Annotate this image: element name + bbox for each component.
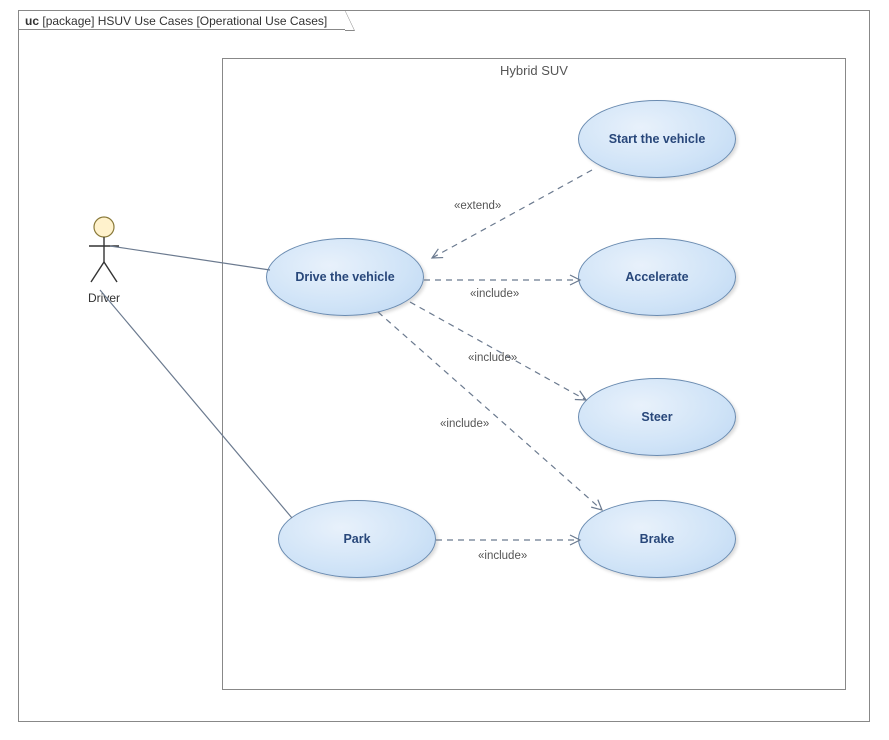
subject-title: Hybrid SUV bbox=[223, 63, 845, 78]
actor-driver[interactable]: Driver bbox=[74, 216, 134, 305]
usecase-label: Steer bbox=[641, 410, 672, 424]
usecase-label: Start the vehicle bbox=[609, 132, 706, 146]
label-include-drive-steer: «include» bbox=[468, 352, 517, 364]
diagram-qualifier: [Operational Use Cases] bbox=[196, 14, 327, 28]
usecase-label: Drive the vehicle bbox=[295, 270, 394, 284]
usecase-accelerate[interactable]: Accelerate bbox=[578, 238, 736, 316]
usecase-label: Brake bbox=[640, 532, 675, 546]
usecase-label: Park bbox=[343, 532, 370, 546]
usecase-steer[interactable]: Steer bbox=[578, 378, 736, 456]
actor-label: Driver bbox=[74, 291, 134, 305]
usecase-label: Accelerate bbox=[625, 270, 688, 284]
label-include-park-brake: «include» bbox=[478, 550, 527, 562]
actor-icon bbox=[86, 216, 122, 286]
label-extend-start-drive: «extend» bbox=[454, 200, 501, 212]
diagram-prefix: uc bbox=[25, 14, 39, 28]
diagram-frame-tab: uc [package] HSUV Use Cases [Operational… bbox=[18, 10, 345, 30]
subject-boundary: Hybrid SUV bbox=[222, 58, 846, 690]
usecase-drive-the-vehicle[interactable]: Drive the vehicle bbox=[266, 238, 424, 316]
label-include-drive-brake: «include» bbox=[440, 418, 489, 430]
usecase-park[interactable]: Park bbox=[278, 500, 436, 578]
diagram-kind: [package] bbox=[42, 14, 94, 28]
label-include-drive-accelerate: «include» bbox=[470, 288, 519, 300]
usecase-start-the-vehicle[interactable]: Start the vehicle bbox=[578, 100, 736, 178]
usecase-brake[interactable]: Brake bbox=[578, 500, 736, 578]
diagram-name: HSUV Use Cases bbox=[98, 14, 193, 28]
